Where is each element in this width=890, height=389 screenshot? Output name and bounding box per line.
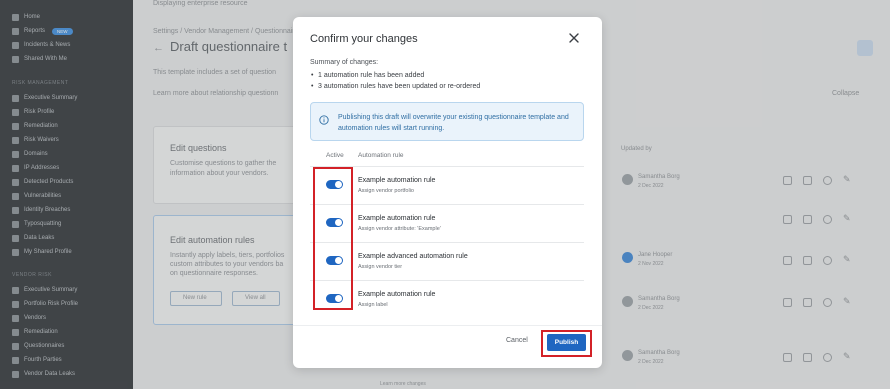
- info-icon: [319, 112, 329, 125]
- rule-description: Assign vendor portfolio: [358, 188, 414, 194]
- modal-title: Confirm your changes: [310, 33, 418, 45]
- rule-name: Example automation rule: [358, 215, 436, 222]
- rule-name: Example automation rule: [358, 177, 436, 184]
- rule-description: Assign label: [358, 302, 388, 308]
- cancel-button[interactable]: Cancel: [506, 337, 528, 344]
- toggle-column-highlight: [313, 167, 353, 310]
- summary-item: 1 automation rule has been added: [310, 70, 480, 81]
- rule-name: Example advanced automation rule: [358, 253, 468, 260]
- footer-divider: [293, 325, 602, 326]
- rule-description: Assign vendor attribute: 'Example': [358, 226, 441, 232]
- info-text: Publishing this draft will overwrite you…: [338, 114, 569, 132]
- info-banner: Publishing this draft will overwrite you…: [310, 102, 584, 141]
- summary-item: 3 automation rules have been updated or …: [310, 81, 480, 92]
- summary-list: 1 automation rule has been added 3 autom…: [310, 70, 480, 92]
- column-header-rule: Automation rule: [358, 152, 404, 159]
- rule-name: Example automation rule: [358, 291, 436, 298]
- column-header-active: Active: [326, 152, 344, 159]
- publish-button-highlight: [541, 330, 592, 357]
- rule-description: Assign vendor tier: [358, 264, 403, 270]
- close-icon[interactable]: [567, 31, 581, 45]
- summary-label: Summary of changes:: [310, 59, 379, 66]
